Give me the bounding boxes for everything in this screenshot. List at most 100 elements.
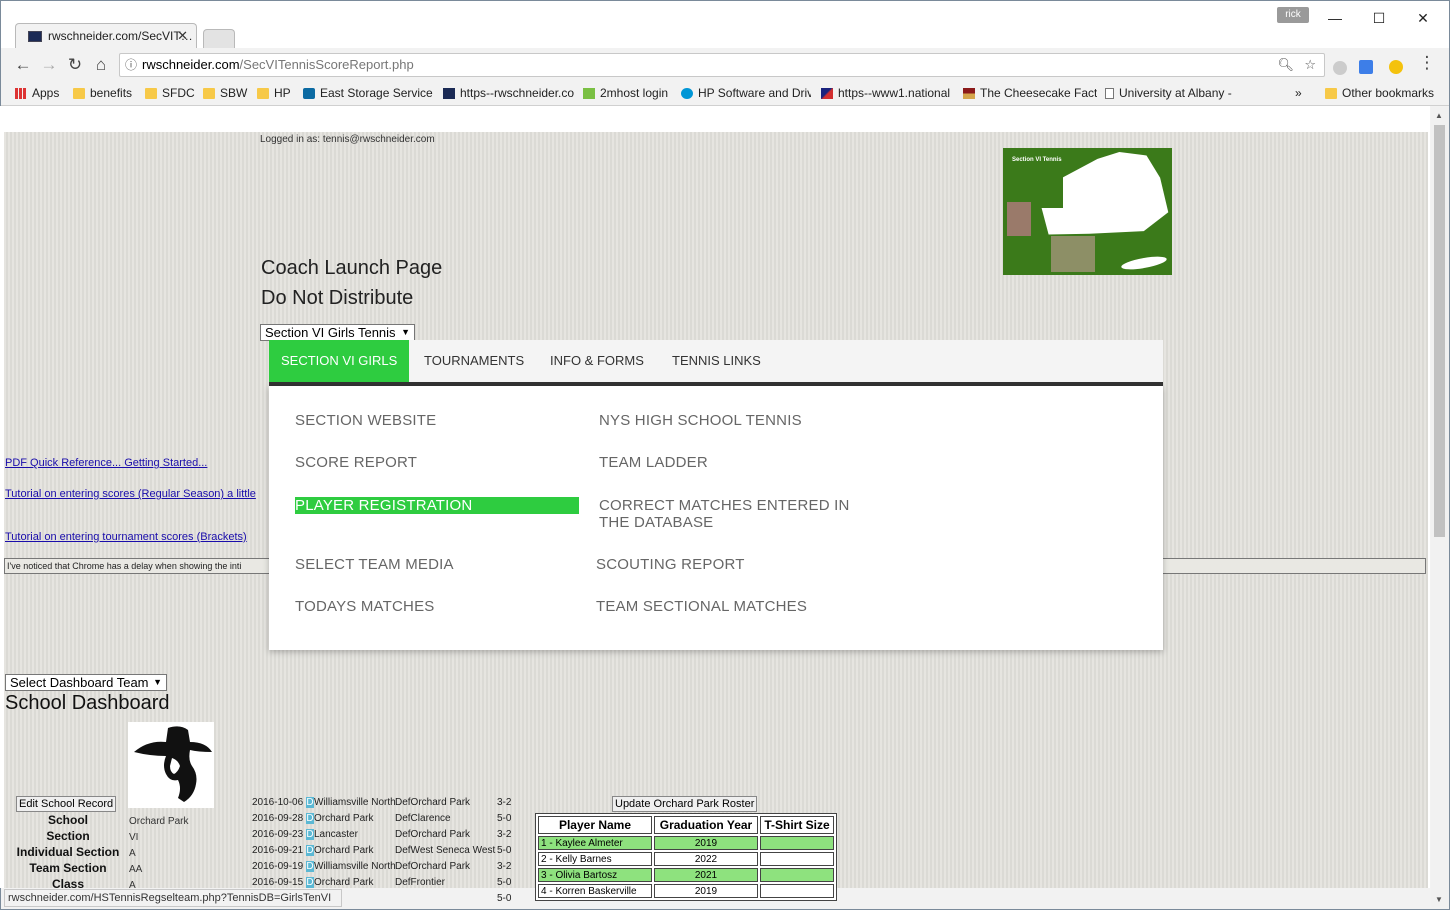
graduation-year: 2019 bbox=[654, 884, 758, 898]
page-icon bbox=[1105, 87, 1114, 99]
dashboard-team-select[interactable]: Select Dashboard Team ▼ bbox=[5, 674, 167, 691]
update-roster-button[interactable]: Update Orchard Park Roster bbox=[612, 796, 758, 812]
bookmark-star-icon[interactable]: ☆ bbox=[1304, 54, 1316, 76]
close-window-button[interactable]: ✕ bbox=[1403, 7, 1443, 29]
tab-tournaments[interactable]: TOURNAMENTS bbox=[412, 340, 536, 382]
map-label: Section VI Tennis bbox=[1012, 157, 1062, 163]
hp-icon bbox=[681, 87, 693, 99]
tab-tennis-links[interactable]: TENNIS LINKS bbox=[660, 340, 773, 382]
bookmark-folder[interactable]: SBW bbox=[203, 86, 255, 100]
bookmarks-bar: Apps benefits SFDC SBW HP East Storage S… bbox=[1, 82, 1449, 106]
menu-item-section-website[interactable]: SECTION WEBSITE bbox=[295, 412, 436, 429]
back-button[interactable]: ← bbox=[13, 56, 33, 74]
bookmark-link[interactable]: https--rwschneider.co bbox=[443, 86, 575, 100]
section-vi-region bbox=[1007, 202, 1031, 236]
quaker-logo-icon bbox=[134, 726, 212, 802]
menu-item-score-report[interactable]: SCORE REPORT bbox=[295, 454, 417, 471]
maximize-button[interactable]: ☐ bbox=[1359, 7, 1399, 29]
url-host: rwschneider.com bbox=[142, 57, 240, 72]
field-label: School bbox=[47, 813, 88, 827]
extension-icon[interactable] bbox=[1333, 61, 1347, 75]
edit-school-record-button[interactable]: Edit School Record bbox=[16, 796, 117, 812]
tutorial-regular-season-link[interactable]: Tutorial on entering scores (Regular Sea… bbox=[5, 488, 269, 500]
bookmark-folder[interactable]: HP bbox=[257, 86, 297, 100]
menu-item-select-team-media[interactable]: SELECT TEAM MEDIA bbox=[295, 556, 454, 573]
field-value: AA bbox=[129, 864, 143, 875]
scroll-thumb[interactable] bbox=[1434, 125, 1445, 537]
tab-section-vi-girls[interactable]: SECTION VI GIRLS bbox=[269, 340, 410, 382]
site-icon bbox=[443, 87, 455, 99]
pdf-quick-reference-link[interactable]: PDF Quick Reference... Getting Started..… bbox=[5, 457, 207, 469]
graduation-year: 2019 bbox=[654, 836, 758, 850]
field-value: A bbox=[129, 848, 136, 859]
zoom-icon[interactable]: 🔍︎ bbox=[1277, 54, 1294, 76]
site-info-icon[interactable]: ⓘ bbox=[125, 54, 137, 76]
extension-icon[interactable] bbox=[1359, 60, 1373, 74]
browser-toolbar: ← → ↻ ⌂ ⓘ rwschneider.com/SecVITennisSco… bbox=[1, 48, 1449, 82]
main-menu-bar: SECTION VI GIRLS TOURNAMENTS INFO & FORM… bbox=[269, 340, 1163, 386]
dropdown-arrow-icon: ▼ bbox=[401, 327, 410, 337]
tshirt-size bbox=[760, 852, 834, 866]
map-inset bbox=[1051, 236, 1095, 272]
bookmark-folder[interactable]: benefits bbox=[73, 86, 153, 100]
table-row[interactable]: 2 - Kelly Barnes 2022 bbox=[538, 852, 834, 866]
field-label: Individual Section bbox=[16, 845, 120, 859]
profile-badge[interactable]: rick bbox=[1277, 7, 1309, 23]
section-map-image[interactable]: Section VI Tennis bbox=[1003, 148, 1172, 275]
folder-icon bbox=[73, 87, 85, 99]
tab-info-forms[interactable]: INFO & FORMS bbox=[538, 340, 656, 382]
tab-close-icon[interactable]: ✕ bbox=[177, 28, 188, 44]
minimize-button[interactable]: — bbox=[1315, 7, 1355, 29]
forward-button[interactable]: → bbox=[39, 56, 59, 74]
tab-strip: rwschneider.com/SecVIT… ✕ rick — ☐ ✕ bbox=[1, 1, 1449, 48]
address-bar[interactable]: ⓘ rwschneider.com/SecVITennisScoreReport… bbox=[119, 53, 1325, 77]
table-row[interactable]: 1 - Kaylee Almeter 2019 bbox=[538, 836, 834, 850]
section-select[interactable]: Section VI Girls Tennis ▼ bbox=[260, 324, 415, 341]
home-button[interactable]: ⌂ bbox=[91, 56, 111, 74]
bookmark-link[interactable]: HP Software and Driv bbox=[681, 86, 811, 100]
folder-icon bbox=[203, 87, 215, 99]
flag-icon bbox=[821, 87, 833, 99]
menu-item-player-registration[interactable]: PLAYER REGISTRATION bbox=[295, 497, 579, 514]
bookmarks-overflow-icon[interactable]: » bbox=[1295, 86, 1309, 100]
bookmark-link[interactable]: East Storage Services bbox=[303, 86, 433, 100]
tshirt-size bbox=[760, 868, 834, 882]
status-bar-url: rwschneider.com/HSTennisRegselteam.php?T… bbox=[4, 889, 342, 907]
menu-item-team-ladder[interactable]: TEAM LADDER bbox=[599, 454, 708, 471]
page-title: Coach Launch Page bbox=[261, 257, 443, 279]
site-favicon-icon bbox=[28, 30, 42, 42]
scroll-down-icon[interactable]: ▼ bbox=[1435, 895, 1443, 904]
player-name: 4 - Korren Baskerville bbox=[538, 884, 652, 898]
browser-tab-active[interactable]: rwschneider.com/SecVIT… ✕ bbox=[15, 23, 197, 48]
bookmark-link[interactable]: The Cheesecake Facto bbox=[963, 86, 1097, 100]
column-header: Player Name bbox=[538, 816, 652, 834]
scroll-up-icon[interactable]: ▲ bbox=[1435, 111, 1443, 120]
reload-button[interactable]: ↻ bbox=[65, 56, 85, 74]
table-row[interactable]: 4 - Korren Baskerville 2019 bbox=[538, 884, 834, 898]
dashboard-title: School Dashboard bbox=[5, 692, 170, 714]
folder-icon bbox=[145, 87, 157, 99]
field-label: Team Section bbox=[29, 861, 107, 875]
other-bookmarks[interactable]: Other bookmarks bbox=[1325, 86, 1437, 100]
roster-table: Player Name Graduation Year T-Shirt Size… bbox=[535, 813, 837, 901]
bookmark-link[interactable]: https--www1.national bbox=[821, 86, 951, 100]
vertical-scrollbar[interactable]: ▲ ▼ bbox=[1431, 107, 1449, 907]
menu-item-team-sectional-matches[interactable]: TEAM SECTIONAL MATCHES bbox=[596, 598, 807, 615]
menu-item-scouting-report[interactable]: SCOUTING REPORT bbox=[596, 556, 745, 573]
apps-icon bbox=[15, 87, 27, 99]
menu-item-nys-high-school-tennis[interactable]: NYS HIGH SCHOOL TENNIS bbox=[599, 412, 802, 429]
field-label: Section bbox=[46, 829, 90, 843]
tab-title: rwschneider.com/SecVIT… bbox=[48, 29, 193, 43]
new-tab-button[interactable] bbox=[203, 29, 235, 48]
bookmark-link[interactable]: University at Albany - bbox=[1105, 86, 1233, 100]
menu-kebab-icon[interactable]: ⋮ bbox=[1417, 54, 1437, 72]
table-row[interactable]: 3 - Olivia Bartosz 2021 bbox=[538, 868, 834, 882]
bookmark-folder[interactable]: SFDC bbox=[145, 86, 201, 100]
tutorial-tournament-link[interactable]: Tutorial on entering tournament scores (… bbox=[5, 531, 247, 543]
extension-icon[interactable] bbox=[1389, 60, 1403, 74]
menu-dropdown-panel: SECTION WEBSITE SCORE REPORT PLAYER REGI… bbox=[269, 386, 1163, 650]
menu-item-correct-matches[interactable]: CORRECT MATCHES ENTERED IN THE DATABASE bbox=[599, 497, 861, 531]
bookmark-link[interactable]: 2mhost login bbox=[583, 86, 675, 100]
bookmark-apps[interactable]: Apps bbox=[15, 86, 73, 100]
menu-item-todays-matches[interactable]: TODAYS MATCHES bbox=[295, 598, 435, 615]
